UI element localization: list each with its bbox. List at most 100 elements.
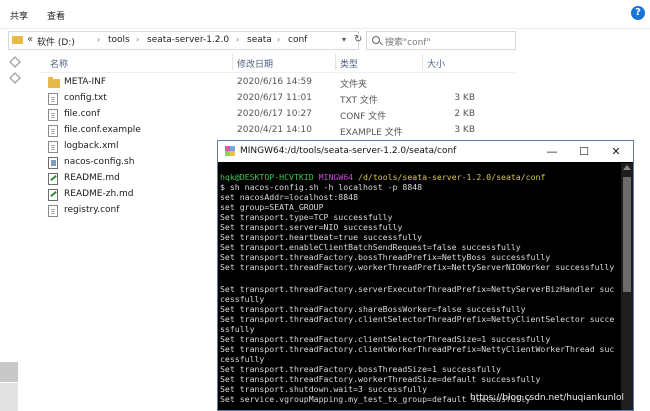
- navigation-pane-scroll-track[interactable]: [0, 383, 18, 411]
- file-type: CONF 文件: [340, 112, 387, 122]
- terminal-line: Set transport.threadFactory.clientSelect…: [220, 334, 551, 344]
- file-row[interactable]: config.txt 2020/6/17 11:01 TXT 文件 3 KB: [40, 91, 520, 107]
- scroll-up-arrow-icon[interactable]: [623, 165, 631, 170]
- text-file-icon: [48, 141, 58, 153]
- terminal-line: Set transport.heartbeat=true successfull…: [220, 232, 423, 242]
- maximize-button[interactable]: ☐: [570, 143, 598, 160]
- prompt-path: /d/tools/seata-server-1.2.0/seata/conf: [358, 172, 546, 182]
- search-placeholder: 搜索"conf": [385, 38, 431, 48]
- prompt-user: hqk@DESKTOP-HCVTKID: [220, 172, 314, 182]
- column-header-name[interactable]: 名称: [50, 57, 68, 70]
- ribbon-tab-view[interactable]: 查看: [47, 9, 65, 22]
- terminal-titlebar[interactable]: MINGW64:/d/tools/seata-server-1.2.0/seat…: [218, 141, 633, 162]
- file-date: 2020/4/21 14:10: [237, 125, 312, 135]
- file-name: nacos-config.sh: [64, 157, 135, 167]
- terminal-line: cessfully: [220, 354, 265, 364]
- terminal-line: Set transport.enableClientBatchSendReque…: [220, 242, 521, 252]
- mingw-app-icon: [225, 146, 235, 156]
- terminal-line: Set transport.type=TCP successfully: [220, 212, 393, 222]
- text-file-icon: [48, 93, 58, 105]
- minimize-button[interactable]: —: [538, 143, 566, 160]
- breadcrumb-seata[interactable]: seata: [247, 35, 272, 45]
- breadcrumb-overflow-chevron[interactable]: «: [27, 34, 33, 45]
- file-row[interactable]: META-INF 2020/6/16 14:59 文件夹: [40, 75, 520, 91]
- column-header-type[interactable]: 类型: [340, 57, 358, 70]
- terminal-scrollbar[interactable]: [621, 163, 633, 410]
- terminal-line: Set transport.shutdown.wait=3 successful…: [220, 384, 428, 394]
- file-name: logback.xml: [64, 141, 119, 151]
- ribbon-bar: 共享 查看 ?: [0, 0, 650, 29]
- terminal-prompt-line: hqk@DESKTOP-HCVTKID MINGW64 /d/tools/sea…: [220, 172, 545, 182]
- column-header-size[interactable]: 大小: [427, 57, 445, 70]
- close-button[interactable]: ✕: [602, 143, 630, 160]
- file-name: registry.conf: [64, 205, 120, 215]
- terminal-line: Set transport.server=NIO successfully: [220, 222, 403, 232]
- file-size: 3 KB: [454, 125, 475, 135]
- file-type: TXT 文件: [340, 96, 378, 106]
- address-bar[interactable]: « 软件 (D:) › tools › seata-server-1.2.0 ›…: [8, 31, 362, 50]
- terminal-scrollbar-thumb[interactable]: [623, 177, 631, 292]
- file-size: 3 KB: [454, 93, 475, 103]
- file-name: file.conf.example: [64, 125, 141, 135]
- refresh-icon[interactable]: ↻: [354, 34, 362, 45]
- file-name: README.md: [64, 173, 120, 183]
- terminal-title: MINGW64:/d/tools/seata-server-1.2.0/seat…: [240, 146, 457, 156]
- breadcrumb-seata-server[interactable]: seata-server-1.2.0: [147, 35, 229, 45]
- breadcrumb-separator[interactable]: ›: [97, 35, 100, 44]
- terminal-line: $ sh nacos-config.sh -h localhost -p 884…: [220, 182, 423, 192]
- file-date: 2020/6/17 11:01: [237, 93, 312, 103]
- pin-icon[interactable]: [9, 56, 21, 68]
- file-date: 2020/6/16 14:59: [237, 77, 312, 87]
- file-name: META-INF: [64, 77, 107, 87]
- search-input[interactable]: 搜索"conf": [366, 31, 516, 50]
- navigation-pane: [0, 52, 28, 411]
- terminal-line: Set transport.threadFactory.bossThreadSi…: [220, 364, 501, 374]
- folder-icon: [48, 77, 60, 88]
- column-divider[interactable]: [335, 54, 336, 70]
- chevron-down-icon[interactable]: ▾: [342, 35, 346, 44]
- file-type: EXAMPLE 文件: [340, 128, 403, 138]
- terminal-window[interactable]: MINGW64:/d/tools/seata-server-1.2.0/seat…: [217, 140, 634, 411]
- terminal-line: ssfully: [220, 324, 255, 334]
- text-file-icon: [48, 125, 58, 137]
- column-headers: 名称 修改日期 类型 大小: [40, 52, 515, 73]
- terminal-line: set nacosAddr=localhost:8848: [220, 192, 359, 202]
- column-divider[interactable]: [422, 54, 423, 70]
- column-divider[interactable]: [232, 54, 233, 70]
- terminal-line: Set transport.threadFactory.bossThreadPr…: [220, 252, 551, 262]
- breadcrumb-conf[interactable]: conf: [288, 35, 307, 45]
- ribbon-tab-share[interactable]: 共享: [10, 9, 28, 22]
- file-row[interactable]: file.conf 2020/6/17 10:27 CONF 文件 2 KB: [40, 107, 520, 123]
- breadcrumb-tools[interactable]: tools: [108, 35, 130, 45]
- file-type: 文件夹: [340, 80, 368, 90]
- column-header-date[interactable]: 修改日期: [237, 57, 273, 70]
- markdown-file-icon: [48, 173, 58, 185]
- help-icon[interactable]: ?: [631, 6, 645, 20]
- navigation-pane-scrollbar[interactable]: [0, 362, 18, 382]
- breadcrumb-separator[interactable]: ›: [277, 35, 280, 44]
- breadcrumb-drive[interactable]: 软件 (D:): [37, 35, 75, 48]
- address-row: « 软件 (D:) › tools › seata-server-1.2.0 ›…: [0, 28, 650, 52]
- terminal-output[interactable]: hqk@DESKTOP-HCVTKID MINGW64 /d/tools/sea…: [220, 163, 620, 410]
- file-name: file.conf: [64, 109, 100, 119]
- file-name: README-zh.md: [64, 189, 134, 199]
- watermark-text: https://blog.csdn.net/huqiankunlol: [470, 393, 624, 403]
- terminal-line: Set transport.threadFactory.serverExecut…: [220, 284, 615, 294]
- terminal-line: Set transport.threadFactory.workerThread…: [220, 374, 541, 384]
- script-file-icon: [48, 157, 58, 169]
- terminal-line: Set transport.threadFactory.workerThread…: [220, 262, 615, 272]
- pin-icon[interactable]: [9, 72, 21, 84]
- breadcrumb-separator[interactable]: ›: [236, 35, 239, 44]
- terminal-line: cessfully: [220, 294, 265, 304]
- file-date: 2020/6/17 10:27: [237, 109, 312, 119]
- file-name: config.txt: [64, 93, 107, 103]
- markdown-file-icon: [48, 189, 58, 201]
- file-row[interactable]: file.conf.example 2020/4/21 14:10 EXAMPL…: [40, 123, 520, 139]
- terminal-line: set group=SEATA_GROUP: [220, 202, 324, 212]
- prompt-shell: MINGW64: [318, 172, 354, 182]
- breadcrumb-separator[interactable]: ›: [136, 35, 139, 44]
- text-file-icon: [48, 109, 58, 121]
- terminal-line: Set transport.threadFactory.clientWorker…: [220, 344, 615, 354]
- folder-icon: [12, 36, 23, 44]
- terminal-line: Set transport.threadFactory.shareBossWor…: [220, 304, 526, 314]
